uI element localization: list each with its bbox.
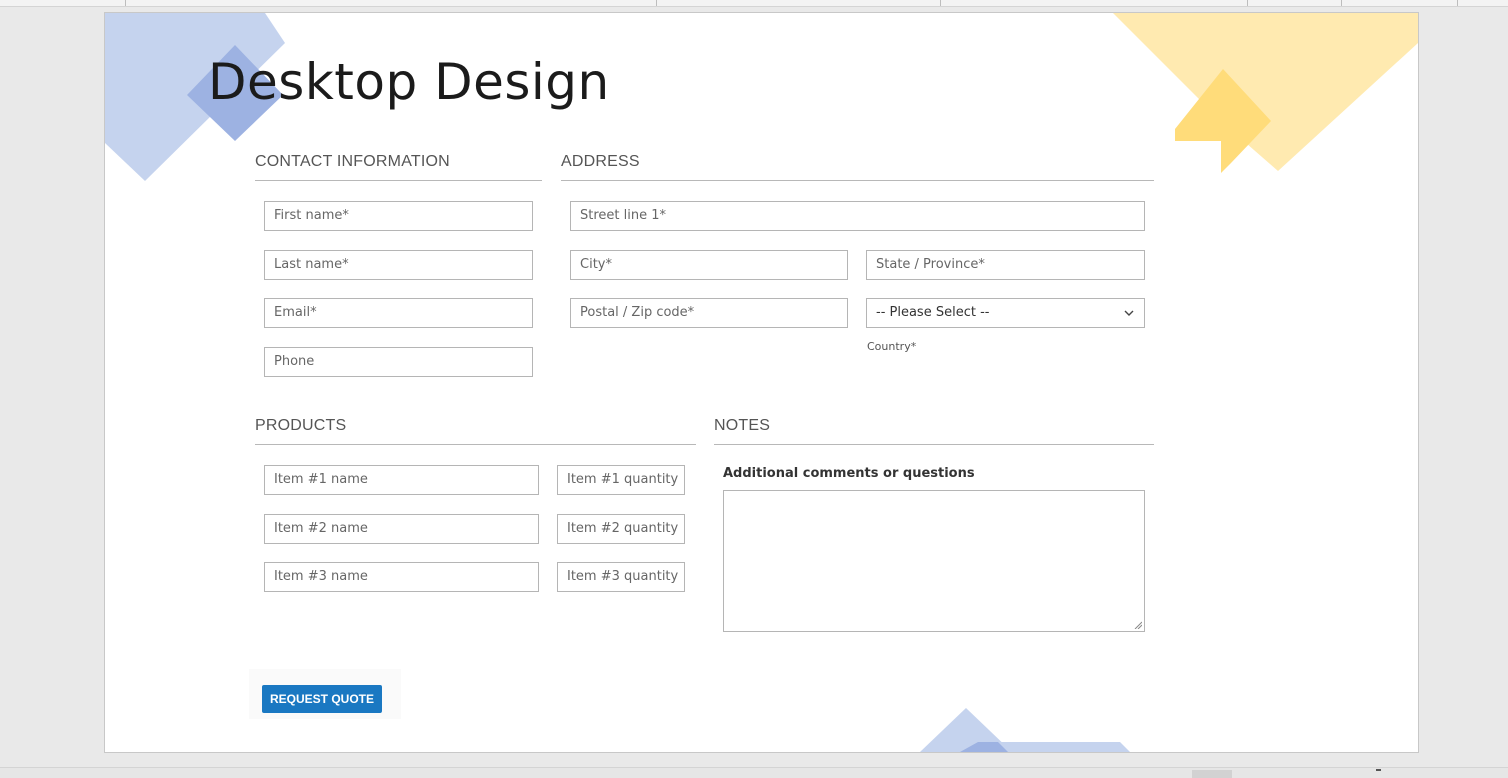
item-1-name-field[interactable]: Item #1 name: [264, 465, 539, 495]
products-section-heading: PRODUCTS: [255, 415, 696, 445]
slide-canvas: Desktop Design CONTACT INFORMATION First…: [104, 12, 1419, 753]
item-1-quantity-field[interactable]: Item #1 quantity: [557, 465, 685, 495]
item-2-name-field[interactable]: Item #2 name: [264, 514, 539, 544]
country-select-value: -- Please Select --: [876, 305, 990, 320]
address-section-heading: ADDRESS: [561, 151, 1154, 181]
chevron-down-icon: [1123, 299, 1135, 327]
item-2-quantity-field[interactable]: Item #2 quantity: [557, 514, 685, 544]
request-quote-button[interactable]: REQUEST QUOTE: [262, 685, 382, 713]
country-label: Country*: [867, 340, 917, 353]
email-field[interactable]: Email*: [264, 298, 533, 328]
street-line-field[interactable]: Street line 1*: [570, 201, 1145, 231]
yellow-corner-decoration: [1113, 13, 1418, 173]
state-province-field[interactable]: State / Province*: [866, 250, 1145, 280]
postal-code-field[interactable]: Postal / Zip code*: [570, 298, 848, 328]
comments-textarea[interactable]: [723, 490, 1145, 632]
status-marker: [1376, 769, 1381, 771]
resize-grip-icon[interactable]: [1134, 621, 1142, 629]
item-3-name-field[interactable]: Item #3 name: [264, 562, 539, 592]
first-name-field[interactable]: First name*: [264, 201, 533, 231]
button-container: REQUEST QUOTE: [249, 669, 401, 719]
country-select[interactable]: -- Please Select --: [866, 298, 1145, 328]
city-field[interactable]: City*: [570, 250, 848, 280]
item-3-quantity-field[interactable]: Item #3 quantity: [557, 562, 685, 592]
last-name-field[interactable]: Last name*: [264, 250, 533, 280]
phone-field[interactable]: Phone: [264, 347, 533, 377]
window-top-bar: [0, 0, 1508, 7]
blue-bottom-decoration: [920, 708, 1130, 752]
notes-section-heading: NOTES: [714, 415, 1154, 445]
window-status-bar: [0, 767, 1508, 778]
contact-section-heading: CONTACT INFORMATION: [255, 151, 542, 181]
page-title: Desktop Design: [208, 53, 610, 111]
comments-label: Additional comments or questions: [723, 466, 975, 481]
